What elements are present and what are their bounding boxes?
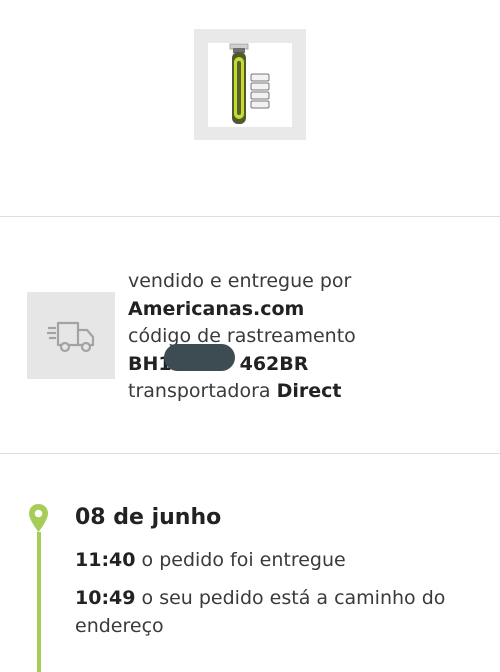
carrier-label: transportadora [128,380,271,402]
divider-top [0,216,500,217]
event-time: 10:49 [75,587,136,609]
seller-name: Americanas.com [128,297,305,320]
event-time: 11:40 [75,549,136,571]
shipping-info: vendido e entregue por Americanas.com có… [128,268,356,406]
trimmer-product-image [229,43,270,124]
timeline-line [37,532,41,672]
carrier-name: Direct [276,380,342,402]
tracking-code-suffix: 462BR [239,352,309,375]
location-pin-icon [29,504,48,532]
carrier-line: transportadora Direct [128,378,356,406]
event-text: o pedido foi entregue [141,549,346,571]
timeline-date: 08 de junho [75,505,222,530]
timeline-event: 11:40 o pedido foi entregue [75,546,475,574]
divider-bottom [0,453,500,454]
shipping-icon-box [27,292,115,379]
sold-by-label: vendido e entregue por [128,270,352,292]
tracking-code[interactable]: BH1 462BR [128,351,356,379]
timeline-event: 10:49 o seu pedido está a caminho do end… [75,584,475,640]
redaction-mark [164,344,235,371]
tracking-label: código de rastreamento [128,325,356,347]
product-image[interactable] [194,29,306,140]
truck-icon [47,321,95,352]
